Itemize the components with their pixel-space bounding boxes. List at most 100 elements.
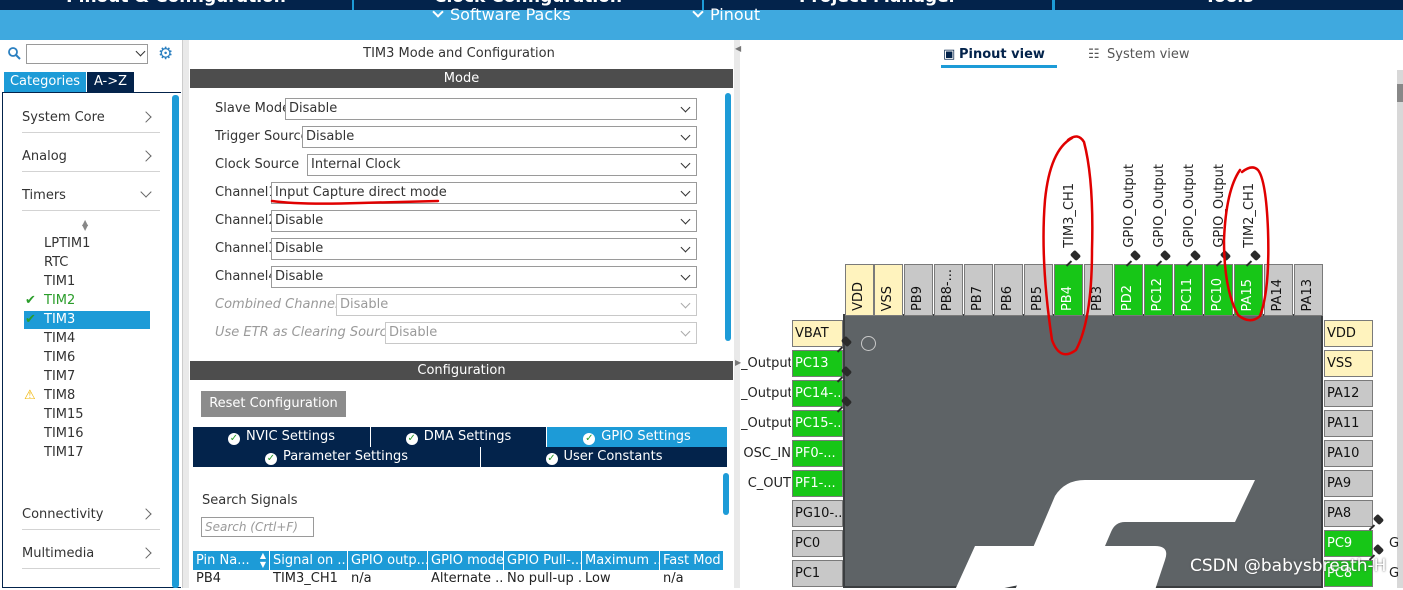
timer-item-tim1[interactable]: TIM1 (24, 273, 150, 291)
software-packs-menu[interactable]: Software Packs (432, 4, 571, 26)
pin-pb3[interactable]: PB3 (1084, 264, 1113, 316)
tab-user-constants[interactable]: ✓ User Constants (481, 447, 727, 467)
channel1-select[interactable]: Input Capture direct mode (271, 182, 697, 204)
right-scrollbar[interactable] (1397, 70, 1403, 588)
timer-item-tim7[interactable]: TIM7 (24, 368, 150, 386)
slave-mode-select[interactable]: Disable (285, 98, 697, 120)
pin-pc10[interactable]: PC10 (1204, 264, 1233, 316)
table-cell[interactable]: n/a (660, 570, 724, 588)
pinout-menu[interactable]: Pinout (692, 4, 760, 26)
pin-pf0[interactable]: PF0-... (792, 440, 843, 467)
tab-pinout-configuration[interactable]: Pinout & Configuration (0, 0, 352, 10)
category-system-core[interactable]: System Core (22, 103, 160, 133)
pushpin-icon[interactable] (1155, 249, 1172, 267)
tab-system-view[interactable]: ☷ System view (1088, 45, 1190, 65)
category-search-input[interactable] (26, 44, 148, 64)
pin-pc9[interactable]: PC9 (1324, 530, 1373, 557)
pin-pa11[interactable]: PA11 (1324, 410, 1373, 437)
tab-dma-settings[interactable]: ✓ DMA Settings (371, 427, 546, 447)
pin-vbat[interactable]: VBAT (792, 320, 843, 347)
pushpin-icon[interactable] (1215, 249, 1232, 267)
panel-divider[interactable] (183, 40, 189, 588)
table-cell[interactable]: No pull-up ... (504, 570, 582, 588)
pin-pc0[interactable]: PC0 (792, 530, 843, 557)
category-connectivity[interactable]: Connectivity (22, 500, 160, 530)
column-header-gpio-output[interactable]: GPIO outp... (348, 551, 428, 570)
pin-pb5[interactable]: PB5 (1024, 264, 1053, 316)
mcu-chip[interactable] (843, 314, 1323, 590)
tab-a-z[interactable]: A->Z (87, 72, 134, 92)
pushpin-icon[interactable] (836, 365, 853, 383)
category-multimedia[interactable]: Multimedia (22, 539, 160, 569)
pin-pd2[interactable]: PD2 (1114, 264, 1143, 316)
column-header-fast-mode[interactable]: Fast Mod (660, 551, 724, 570)
trigger-source-select[interactable]: Disable (302, 126, 697, 148)
column-header-pin-name[interactable]: Pin Na... ▲ ▼ (193, 551, 270, 570)
clock-source-select[interactable]: Internal Clock (307, 154, 697, 176)
config-scrollbar[interactable] (723, 473, 729, 515)
left-scrollbar[interactable] (172, 95, 179, 588)
tab-parameter-settings[interactable]: ✓ Parameter Settings (193, 447, 480, 467)
table-cell[interactable]: Alternate ... (428, 570, 504, 588)
pin-pa9[interactable]: PA9 (1324, 470, 1373, 497)
pin-vdd-top[interactable]: VDD (845, 264, 874, 316)
channel2-select[interactable]: Disable (271, 210, 697, 232)
pin-pb6[interactable]: PB6 (994, 264, 1023, 316)
tab-tools[interactable]: Tools (1055, 0, 1403, 10)
tab-categories[interactable]: Categories (4, 72, 86, 92)
table-cell[interactable]: PB4 (193, 570, 270, 588)
pushpin-icon[interactable] (1245, 249, 1262, 267)
collapse-right-icon[interactable]: ▶ (735, 358, 741, 368)
timer-item-rtc[interactable]: RTC (24, 254, 150, 272)
timer-item-tim4[interactable]: TIM4 (24, 330, 150, 348)
pin-pc14[interactable]: PC14-... (792, 380, 843, 407)
table-cell[interactable]: n/a (348, 570, 428, 588)
pin-pc15[interactable]: PC15-... (792, 410, 843, 437)
channel4-select[interactable]: Disable (271, 266, 697, 288)
pin-pg10[interactable]: PG10-... (792, 500, 843, 527)
panel-divider[interactable] (734, 40, 740, 588)
timer-item-lptim1[interactable]: LPTIM1 (24, 235, 150, 253)
reset-configuration-button[interactable]: Reset Configuration (201, 391, 346, 417)
sort-icon[interactable]: ▲ ▼ (82, 219, 88, 232)
pin-pa14[interactable]: PA14 (1264, 264, 1293, 316)
timer-item-tim17[interactable]: TIM17 (24, 444, 150, 462)
pushpin-icon[interactable] (836, 335, 853, 353)
column-header-gpio-mode[interactable]: GPIO mode (428, 551, 504, 570)
pin-pc13[interactable]: PC13 (792, 350, 843, 377)
mode-scrollbar[interactable] (725, 93, 731, 341)
pin-pb7[interactable]: PB7 (964, 264, 993, 316)
pin-vss-right[interactable]: VSS (1324, 350, 1373, 377)
collapse-left-icon[interactable]: ◀ (735, 44, 741, 54)
pin-pa8[interactable]: PA8 (1324, 500, 1373, 527)
category-timers[interactable]: Timers (22, 181, 160, 211)
table-cell[interactable]: TIM3_CH1 (270, 570, 348, 588)
pin-pc11[interactable]: PC11 (1174, 264, 1203, 316)
search-signals-input[interactable]: Search (Crtl+F) (201, 517, 314, 537)
pin-pa15[interactable]: PA15 (1234, 264, 1263, 316)
pushpin-icon[interactable] (1185, 249, 1202, 267)
tab-gpio-settings[interactable]: ✓ GPIO Settings (547, 427, 727, 447)
column-header-maximum[interactable]: Maximum ... (582, 551, 660, 570)
pin-pf1[interactable]: PF1-... (792, 470, 843, 497)
tab-pinout-view[interactable]: ▣ Pinout view (941, 45, 1057, 68)
category-analog[interactable]: Analog (22, 142, 160, 172)
column-header-signal[interactable]: Signal on ... (270, 551, 348, 570)
timer-item-tim3[interactable]: ✔ TIM3 (24, 311, 150, 329)
column-header-gpio-pull[interactable]: GPIO Pull-... (504, 551, 582, 570)
gear-icon[interactable]: ⚙ (158, 45, 176, 63)
timer-item-tim16[interactable]: TIM16 (24, 425, 150, 443)
channel3-select[interactable]: Disable (271, 238, 697, 260)
pin-pc1[interactable]: PC1 (792, 560, 843, 587)
pin-vdd-right[interactable]: VDD (1324, 320, 1373, 347)
pin-pb9[interactable]: PB9 (904, 264, 933, 316)
pushpin-icon[interactable] (1065, 249, 1082, 267)
pin-pa13[interactable]: PA13 (1294, 264, 1323, 316)
pin-pa12[interactable]: PA12 (1324, 380, 1373, 407)
timer-item-tim2[interactable]: ✔ TIM2 (24, 292, 150, 310)
timer-item-tim6[interactable]: TIM6 (24, 349, 150, 367)
pin-pb8[interactable]: PB8-... (934, 264, 963, 316)
pushpin-icon[interactable] (1125, 249, 1142, 267)
pin-pc12[interactable]: PC12 (1144, 264, 1173, 316)
table-cell[interactable]: Low (582, 570, 660, 588)
